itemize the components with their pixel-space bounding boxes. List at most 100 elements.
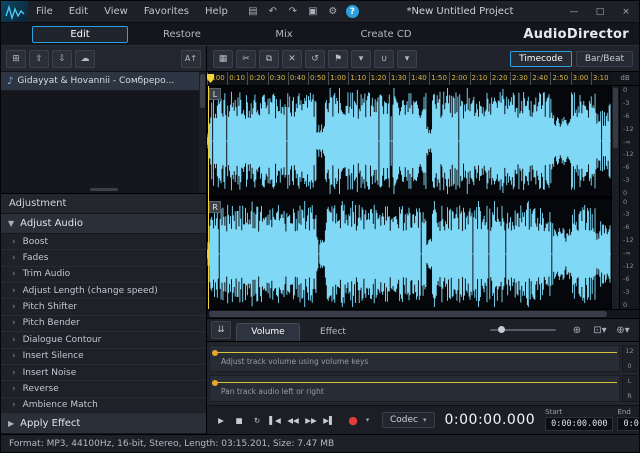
adjust-audio-group[interactable]: ▼ Adjust Audio: [1, 214, 206, 234]
adjust-item-adjust-length-change-speed[interactable]: ›Adjust Length (change speed): [1, 283, 206, 299]
save-icon[interactable]: ▤: [244, 4, 262, 20]
tab-restore[interactable]: Restore: [134, 26, 230, 43]
library-item[interactable]: ♪ Gidayyat & Hovannii - Сомбреро...: [1, 72, 206, 91]
ruler-tick: 2:00: [449, 72, 469, 85]
adjust-item-insert-noise[interactable]: ›Insert Noise: [1, 365, 206, 381]
record-options-icon[interactable]: ▾: [363, 411, 372, 429]
library-toolbar: ⊞⇧⇩☁ A↑: [1, 46, 206, 72]
menu-favorites[interactable]: Favorites: [136, 6, 197, 17]
waveform-lane-left[interactable]: L: [207, 86, 611, 196]
horizontal-scrollbar-thumb[interactable]: [209, 311, 607, 317]
ruler-tick: 1:10: [348, 72, 368, 85]
record-button[interactable]: ●: [345, 411, 361, 429]
adjust-item-ambience-match[interactable]: ›Ambience Match: [1, 398, 206, 414]
tab-edit[interactable]: Edit: [32, 26, 128, 43]
keyframe-area[interactable]: Adjust track volume using volume keys: [209, 345, 620, 372]
adjust-item-pitch-shifter[interactable]: ›Pitch Shifter: [1, 299, 206, 315]
marker-icon[interactable]: ⚑: [328, 50, 348, 68]
adjust-item-fades[interactable]: ›Fades: [1, 250, 206, 266]
keyframe-area[interactable]: Pan track audio left or right: [209, 375, 620, 402]
apply-effect-group[interactable]: ▶ Apply Effect: [1, 414, 206, 434]
close-button[interactable]: ×: [613, 1, 639, 22]
menu-file[interactable]: File: [28, 6, 61, 17]
zoom-slider-handle[interactable]: [498, 326, 505, 333]
adjust-item-dialogue-contour[interactable]: ›Dialogue Contour: [1, 332, 206, 348]
view-mode-timecode[interactable]: Timecode: [510, 51, 572, 67]
view-mode-bar-beat[interactable]: Bar/Beat: [576, 51, 633, 67]
undo-region-icon[interactable]: ↺: [305, 50, 325, 68]
waveform-lane-right[interactable]: R: [207, 199, 611, 309]
keyframe-dot[interactable]: [212, 350, 218, 356]
keyframe-dot[interactable]: [212, 380, 218, 386]
vertical-scrollbar[interactable]: [611, 86, 619, 309]
library-scrollbar[interactable]: [199, 72, 206, 193]
ruler-tick: 2:20: [490, 72, 510, 85]
start-time-field[interactable]: 0:00:00.000: [545, 417, 613, 431]
keyframe-line[interactable]: [214, 382, 617, 383]
adjust-item-pitch-bender[interactable]: ›Pitch Bender: [1, 316, 206, 332]
start-group: Start 0:00:00.000: [545, 409, 613, 431]
play-button[interactable]: ▶: [213, 411, 229, 429]
loop-button[interactable]: ↻: [249, 411, 265, 429]
menu-edit[interactable]: Edit: [61, 6, 96, 17]
library-item-title: Gidayyat & Hovannii - Сомбреро...: [17, 76, 174, 86]
tab-volume[interactable]: Volume: [236, 323, 300, 341]
keyframe-line[interactable]: [214, 352, 617, 353]
codec-button[interactable]: Codec ▾: [382, 412, 435, 428]
stop-button[interactable]: ■: [231, 411, 247, 429]
end-time-field[interactable]: 0:00:00.000: [617, 417, 640, 431]
settings-gear-icon[interactable]: ⚙: [324, 4, 342, 20]
tab-create-cd[interactable]: Create CD: [338, 26, 434, 43]
snap-icon[interactable]: ∪: [374, 50, 394, 68]
tools-menu-icon[interactable]: ▾: [397, 50, 417, 68]
panel-resize-handle[interactable]: [90, 188, 118, 191]
go-to-start-button[interactable]: ▌◀: [267, 411, 283, 429]
minimize-button[interactable]: —: [561, 1, 587, 22]
cloud-icon[interactable]: ☁: [75, 50, 95, 68]
chevron-right-icon: ›: [12, 253, 16, 263]
horizontal-scrollbar[interactable]: [207, 309, 639, 318]
library-scrollbar-thumb[interactable]: [200, 74, 205, 108]
select-tool-icon[interactable]: ▦: [213, 50, 233, 68]
edit-tools: ▦✂⧉✕↺⚑▾∪▾: [213, 50, 417, 68]
db-unit-label: dB: [611, 72, 639, 85]
sort-button[interactable]: A↑: [181, 50, 201, 68]
scissors-icon[interactable]: ✂: [236, 50, 256, 68]
transport-bar: ▶■↻▌◀◀◀▶▶▶▌ ● ▾ Codec ▾ 0:00:00.000 Star…: [207, 405, 639, 434]
adjust-item-boost[interactable]: ›Boost: [1, 234, 206, 250]
menu-view[interactable]: View: [96, 6, 136, 17]
zoom-in-icon[interactable]: ⊕: [567, 321, 587, 339]
zoom-fit-icon[interactable]: ⊡▾: [590, 321, 610, 339]
import-media-icon[interactable]: ⊞: [6, 50, 26, 68]
maximize-button[interactable]: □: [587, 1, 613, 22]
step-back-button[interactable]: ◀◀: [285, 411, 301, 429]
capture-icon[interactable]: ▣: [304, 4, 322, 20]
copy-icon[interactable]: ⧉: [259, 50, 279, 68]
zoom-options-icon[interactable]: ⊕▾: [613, 321, 633, 339]
menu-help[interactable]: Help: [197, 6, 236, 17]
db-label: -3: [623, 211, 629, 218]
mode-tabs: Edit Restore Mix Create CD: [1, 26, 437, 43]
redo-icon[interactable]: ↷: [284, 4, 302, 20]
playhead-line[interactable]: [208, 86, 209, 309]
marker-menu-icon[interactable]: ▾: [351, 50, 371, 68]
expand-panel-icon[interactable]: ⇊: [211, 321, 231, 339]
timeline-ruler[interactable]: 0:000:100:200:300:400:501:001:101:201:30…: [207, 72, 611, 85]
adjust-item-reverse[interactable]: ›Reverse: [1, 381, 206, 397]
adjust-item-trim-audio[interactable]: ›Trim Audio: [1, 267, 206, 283]
db-label: -∞: [623, 139, 631, 146]
zoom-slider[interactable]: [490, 329, 556, 331]
ruler-tick: 0:50: [308, 72, 328, 85]
titlebar: FileEditViewFavoritesHelp ▤↶↷▣⚙ ? *New U…: [1, 1, 639, 23]
adjust-item-insert-silence[interactable]: ›Insert Silence: [1, 349, 206, 365]
download-icon[interactable]: ⇩: [52, 50, 72, 68]
go-to-end-button[interactable]: ▶▌: [321, 411, 337, 429]
notification-badge-icon[interactable]: ?: [346, 5, 359, 18]
tab-mix[interactable]: Mix: [236, 26, 332, 43]
step-forward-button[interactable]: ▶▶: [303, 411, 319, 429]
delete-icon[interactable]: ✕: [282, 50, 302, 68]
tab-effect[interactable]: Effect: [301, 324, 365, 341]
vertical-scrollbar-thumb[interactable]: [613, 88, 618, 148]
undo-icon[interactable]: ↶: [264, 4, 282, 20]
export-icon[interactable]: ⇧: [29, 50, 49, 68]
